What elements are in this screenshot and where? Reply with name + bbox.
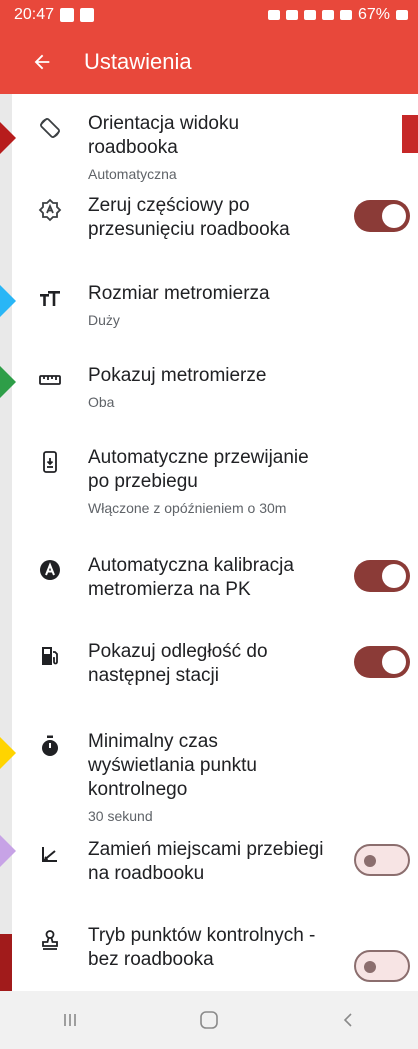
setting-value: Włączone z opóźnieniem o 30m: [88, 500, 287, 516]
settings-list: Orientacja widoku roadbooka Automatyczna…: [12, 94, 418, 1014]
wifi-icon: [303, 10, 316, 20]
battery-icon: [396, 10, 408, 20]
setting-title: Zamień miejscami przebiegi na roadbooku: [88, 839, 324, 884]
setting-show-meters[interactable]: Pokazuj metromierze Oba: [12, 346, 418, 428]
lock-icon: [267, 10, 280, 20]
setting-title: Orientacja widoku roadbooka: [88, 113, 240, 158]
auto-scroll-icon: [12, 446, 88, 474]
setting-title: Minimalny czas wyświetlania punktu kontr…: [88, 731, 257, 800]
arrow-left-icon[interactable]: [18, 38, 66, 86]
toggle-knob: [364, 961, 376, 973]
recent-apps-icon[interactable]: [40, 1000, 100, 1040]
volte-icon: [321, 10, 334, 20]
checkpoint-mode-toggle[interactable]: [354, 950, 410, 982]
setting-title: Rozmiar metromierza: [88, 283, 270, 304]
text-size-icon: [12, 282, 88, 310]
signal-icon: [339, 10, 352, 20]
check-notification-icon: [80, 8, 95, 22]
setting-meter-size[interactable]: Rozmiar metromierza Duży: [12, 264, 418, 346]
ruler-icon: [12, 364, 88, 392]
home-icon[interactable]: [179, 1000, 239, 1040]
reset-icon: [12, 194, 88, 222]
setting-value: Oba: [88, 394, 115, 410]
setting-title: Automatyczna kalibracja metromierza na P…: [88, 555, 294, 600]
stamp-icon: [12, 924, 88, 952]
setting-orientation[interactable]: Orientacja widoku roadbooka Automatyczna: [12, 94, 418, 182]
next-station-toggle[interactable]: [354, 646, 410, 678]
status-bar: 20:47 67%: [0, 0, 418, 30]
toggle-knob: [364, 855, 376, 867]
page-title: Ustawienia: [84, 49, 192, 74]
swap-distances-icon: [12, 838, 88, 866]
toggle-knob: [382, 204, 406, 228]
setting-title: Pokazuj metromierze: [88, 365, 267, 386]
gallery-notification-icon: [60, 8, 75, 22]
app-bar: Ustawienia: [0, 30, 418, 94]
status-right: 67%: [267, 6, 408, 24]
back-icon[interactable]: [318, 1000, 378, 1040]
status-left: 20:47: [14, 6, 95, 24]
setting-title: Automatyczne przewijanie po przebiegu: [88, 447, 309, 492]
mute-icon: [285, 10, 298, 20]
screen-rotation-icon: [12, 112, 88, 140]
setting-title: Zeruj częściowy po przesunięciu roadbook…: [88, 195, 290, 240]
fuel-station-icon: [12, 640, 88, 668]
toggle-knob: [382, 650, 406, 674]
setting-title: Pokazuj odległość do następnej stacji: [88, 641, 268, 686]
auto-calibration-toggle[interactable]: [354, 560, 410, 592]
setting-next-station[interactable]: Pokazuj odległość do następnej stacji: [12, 622, 418, 712]
setting-auto-scroll[interactable]: Automatyczne przewijanie po przebiegu Wł…: [12, 428, 418, 536]
timer-icon: [12, 730, 88, 758]
clock: 20:47: [14, 6, 55, 23]
setting-reset-partial[interactable]: Zeruj częściowy po przesunięciu roadbook…: [12, 176, 418, 264]
swap-distances-toggle[interactable]: [354, 844, 410, 876]
left-decoration: [0, 94, 12, 1049]
setting-min-time[interactable]: Minimalny czas wyświetlania punktu kontr…: [12, 712, 418, 824]
reset-partial-toggle[interactable]: [354, 200, 410, 232]
battery-percent: 67%: [357, 6, 390, 23]
toggle-knob: [382, 564, 406, 588]
setting-title: Tryb punktów kontrolnych - bez roadbooka: [88, 925, 316, 970]
auto-calibration-icon: [12, 554, 88, 582]
setting-swap-distances[interactable]: Zamień miejscami przebiegi na roadbooku: [12, 820, 418, 906]
setting-value: Duży: [88, 312, 120, 328]
navigation-bar: [0, 991, 418, 1049]
setting-auto-calibration[interactable]: Automatyczna kalibracja metromierza na P…: [12, 536, 418, 622]
